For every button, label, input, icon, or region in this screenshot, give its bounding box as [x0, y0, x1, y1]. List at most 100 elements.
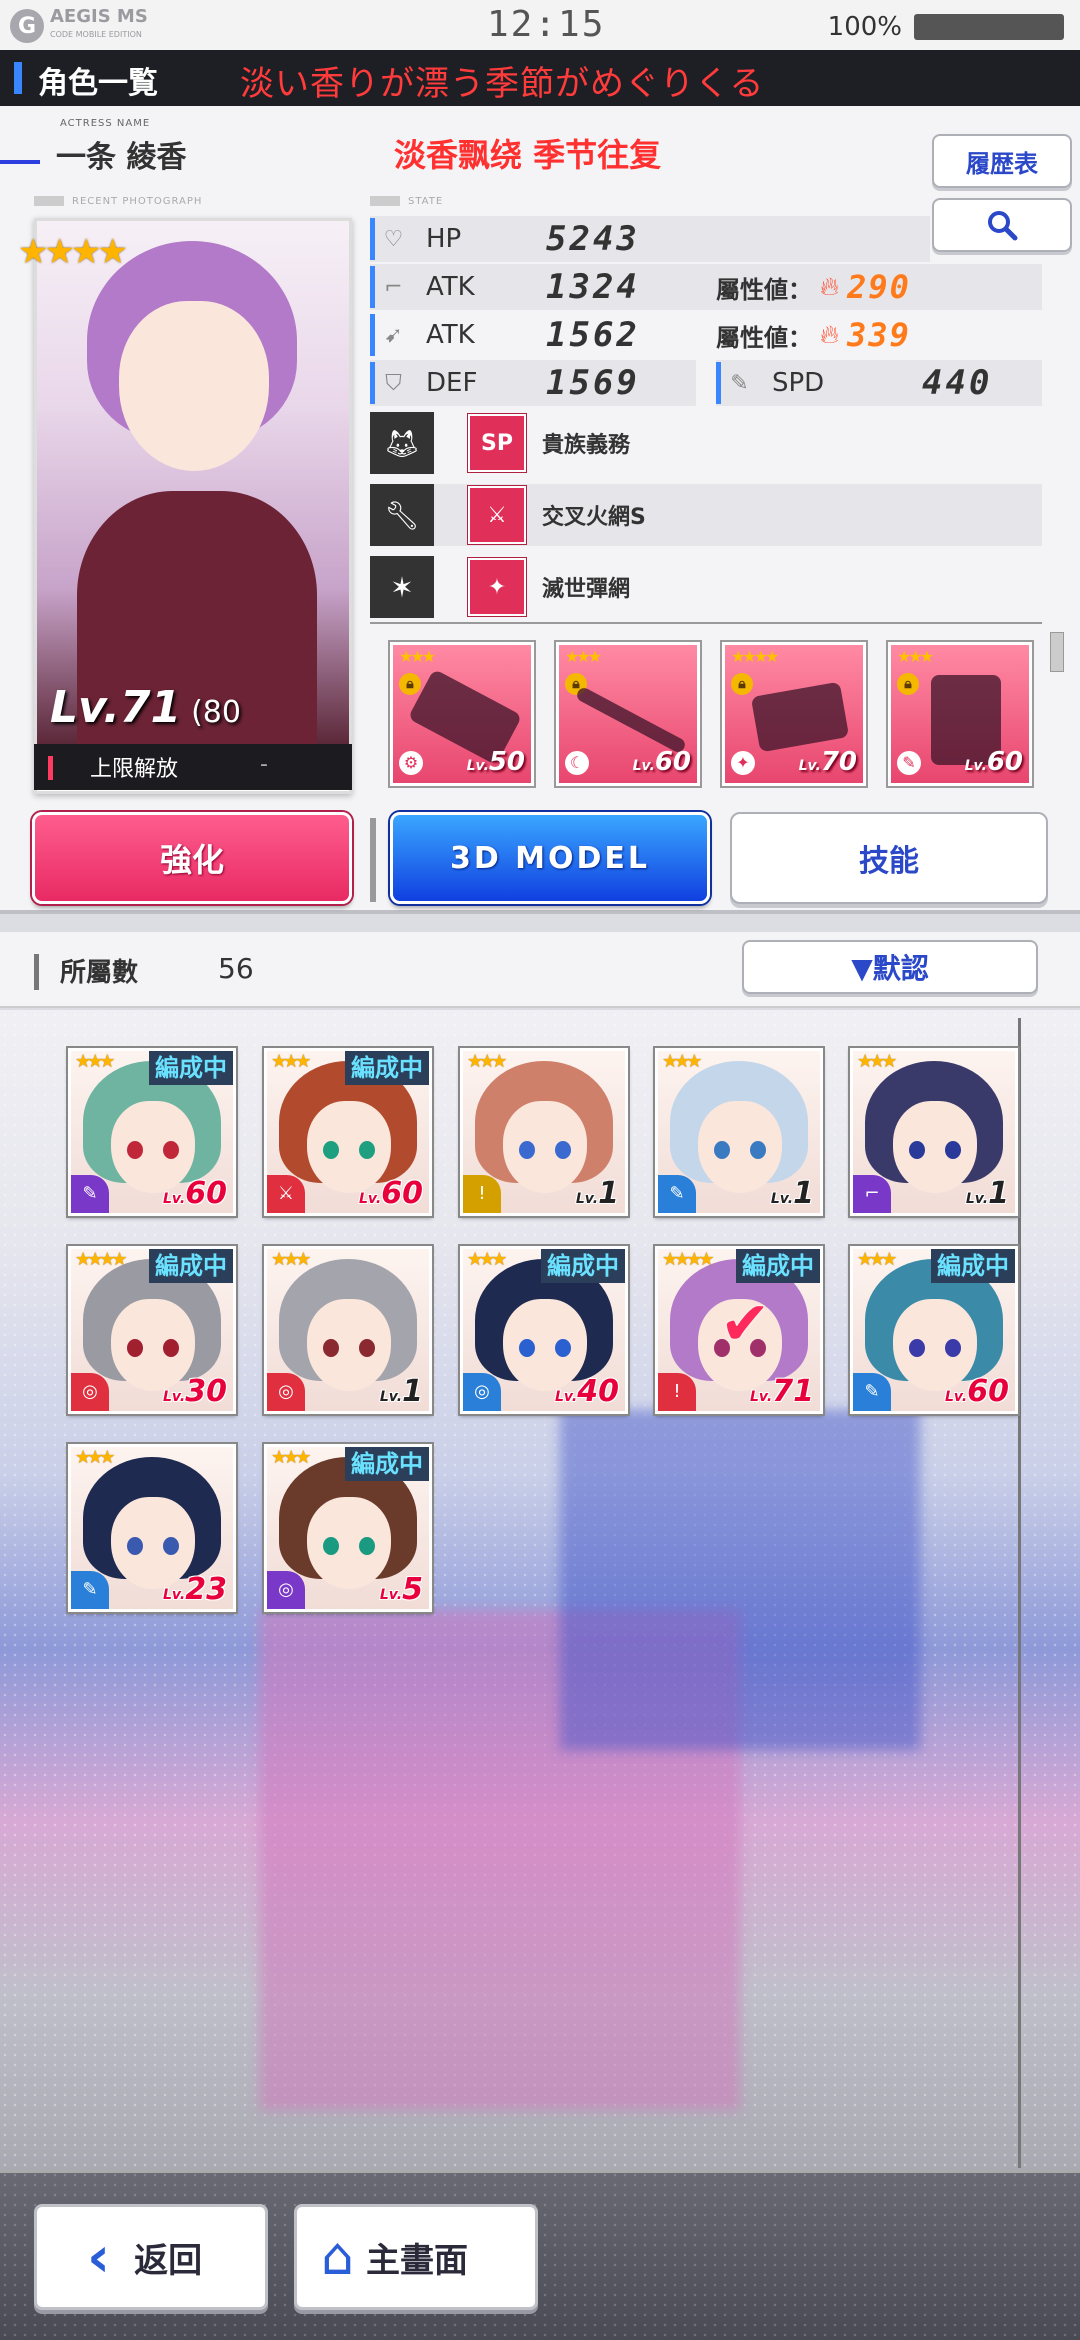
roster-count-label: 所屬數 — [60, 958, 139, 988]
stat-atk-2: ➹ ATK 1562 — [370, 312, 1042, 358]
app-subtitle: CODE MOBILE EDITION — [50, 30, 142, 39]
card-level: Lv.60 — [163, 1176, 227, 1211]
card-level: Lv.30 — [163, 1374, 227, 1409]
battery-percent: 100% — [827, 12, 902, 42]
divider — [370, 622, 1042, 624]
stat-label: ATK — [426, 272, 475, 302]
search-button[interactable] — [932, 198, 1072, 252]
in-formation-badge: 編成中 — [345, 1051, 429, 1085]
title-bar: 角色一覧 淡い香りが漂う季節がめぐりくる — [0, 50, 1080, 106]
character-card[interactable]: ★★★ ◎ Lv.1 — [264, 1246, 432, 1414]
character-card[interactable]: ★★★! Lv.1 — [460, 1048, 628, 1216]
card-eye — [714, 1141, 730, 1159]
portrait-art — [37, 221, 349, 751]
card-face — [307, 1299, 391, 1391]
boots-icon — [750, 681, 850, 753]
in-formation-badge: 編成中 — [931, 1249, 1015, 1283]
history-button[interactable]: 履歴表 — [932, 134, 1072, 188]
limit-break-bar: 上限解放 - — [34, 744, 352, 790]
stat-value: 1562 — [546, 315, 640, 355]
lock-icon: 🔒︎ — [399, 673, 421, 695]
skill-row-3[interactable]: ✶ ✦ 滅世彈網 — [370, 556, 1042, 618]
gear-slot-2[interactable]: ★★★ 🔒︎ ☾ Lv.60 — [556, 642, 700, 786]
character-card[interactable]: ★★★★ 編成中 ✔! Lv.71 — [655, 1246, 823, 1414]
character-card[interactable]: ★★★ 編成中 ◎ Lv.40 — [460, 1246, 628, 1414]
card-eye — [163, 1537, 179, 1555]
attribute-label: 屬性値： — [716, 323, 812, 352]
battery-icon — [914, 14, 1064, 40]
card-level-value: 71 — [772, 1374, 814, 1409]
card-level-value: 60 — [967, 1374, 1009, 1409]
card-eye — [555, 1339, 571, 1357]
card-eye — [519, 1141, 535, 1159]
card-level-value: 1 — [793, 1176, 814, 1211]
card-level-prefix: Lv. — [163, 1389, 186, 1405]
character-card[interactable]: ★★★ ✎ Lv.23 — [68, 1444, 236, 1612]
card-stars: ★★★ — [857, 1051, 897, 1072]
attribute-label: 屬性値： — [716, 275, 812, 304]
enhance-button[interactable]: 強化 — [32, 812, 352, 904]
character-card[interactable]: ★★★ 編成中 ◎ Lv.5 — [264, 1444, 432, 1612]
stat-atk-1: ⌐ ATK 1324 — [370, 264, 1042, 310]
card-level-prefix: Lv. — [379, 1389, 403, 1405]
gear-level-value: 70 — [820, 747, 857, 777]
character-card[interactable]: ★★★★ 編成中 ◎ Lv.30 — [68, 1246, 236, 1414]
character-card[interactable]: ★★★ ✎ Lv.1 — [655, 1048, 823, 1216]
state-label: STATE — [370, 196, 443, 207]
card-face — [893, 1101, 977, 1193]
character-card[interactable]: ★★★ 編成中 ✎ Lv.60 — [68, 1048, 236, 1216]
type-icon: ◎ — [463, 1373, 501, 1411]
gear-scrollbar[interactable] — [1050, 632, 1064, 672]
card-eye — [359, 1339, 375, 1357]
chevron-left-icon: ‹ — [87, 2224, 111, 2290]
search-icon — [988, 211, 1018, 241]
card-level-prefix: Lv. — [359, 1191, 382, 1207]
gear-level: Lv.50 — [466, 747, 525, 777]
back-button[interactable]: ‹ 返回 — [34, 2204, 268, 2310]
card-level-value: 60 — [381, 1176, 423, 1211]
shield-icon: ⛉ — [370, 362, 412, 404]
sort-dropdown[interactable]: ▼默認 — [742, 940, 1038, 994]
card-stars: ★★★★ — [75, 1249, 128, 1270]
character-card[interactable]: ★★★ 編成中 ✎ Lv.60 — [850, 1246, 1018, 1414]
card-level-prefix: Lv. — [575, 1191, 599, 1207]
skill-badge-icon: SP — [468, 414, 526, 472]
stat-spd: ✎ SPD 440 — [716, 360, 1042, 406]
skill-badge-icon: ⚔ — [468, 486, 526, 544]
button-divider — [370, 818, 376, 902]
type-icon: ✎ — [853, 1373, 891, 1411]
back-label: 返回 — [134, 2240, 203, 2281]
skill-name: 交叉火網S — [542, 505, 646, 530]
feather-icon: ✎ — [716, 362, 758, 404]
card-level: Lv.1 — [966, 1176, 1009, 1211]
3d-model-button[interactable]: 3D MODEL — [390, 812, 710, 904]
skill-name: 滅世彈網 — [542, 577, 631, 602]
aegis-logo-icon: G — [10, 9, 44, 43]
skill-button[interactable]: 技能 — [730, 812, 1048, 904]
skill-badge-icon: ✦ — [468, 558, 526, 616]
stat-label: SPD — [772, 368, 825, 398]
skill-row-1[interactable]: 🦊︎ SP 貴族義務 — [370, 412, 1042, 474]
gear-level: Lv.60 — [964, 747, 1023, 777]
fox-icon: 🦊︎ — [370, 412, 434, 474]
level-max: (80 — [191, 695, 241, 730]
gear-slot-3[interactable]: ★★★★ 🔒︎ ✦ Lv.70 — [722, 642, 866, 786]
card-eye — [323, 1339, 339, 1357]
list-scrollbar[interactable] — [1018, 1018, 1021, 2168]
character-card[interactable]: ★★★ ⌐ Lv.1 — [850, 1048, 1018, 1216]
lock-icon: 🔒︎ — [731, 673, 753, 695]
stat-label: ATK — [426, 320, 475, 350]
skill-row-2[interactable]: 🔧︎ ⚔ 交叉火網S — [370, 484, 1042, 546]
card-eye — [323, 1141, 339, 1159]
home-button[interactable]: ⌂ 主畫面 — [294, 2204, 538, 2310]
card-eye — [945, 1339, 961, 1357]
card-level-prefix: Lv. — [770, 1191, 794, 1207]
card-eye — [945, 1141, 961, 1159]
limit-break-label: 上限解放 — [90, 757, 179, 782]
character-card[interactable]: ★★★ 編成中 ⚔ Lv.60 — [264, 1048, 432, 1216]
card-level-prefix: Lv. — [965, 1191, 989, 1207]
gear-slot-1[interactable]: ★★★ 🔒︎ ⚙ Lv.50 — [390, 642, 534, 786]
status-bar: G AEGIS MS CODE MOBILE EDITION 12:15 100% — [0, 0, 1080, 50]
gear-slot-4[interactable]: ★★★ 🔒︎ ✎ Lv.60 — [888, 642, 1032, 786]
character-level: Lv.71 (80 — [50, 682, 241, 733]
